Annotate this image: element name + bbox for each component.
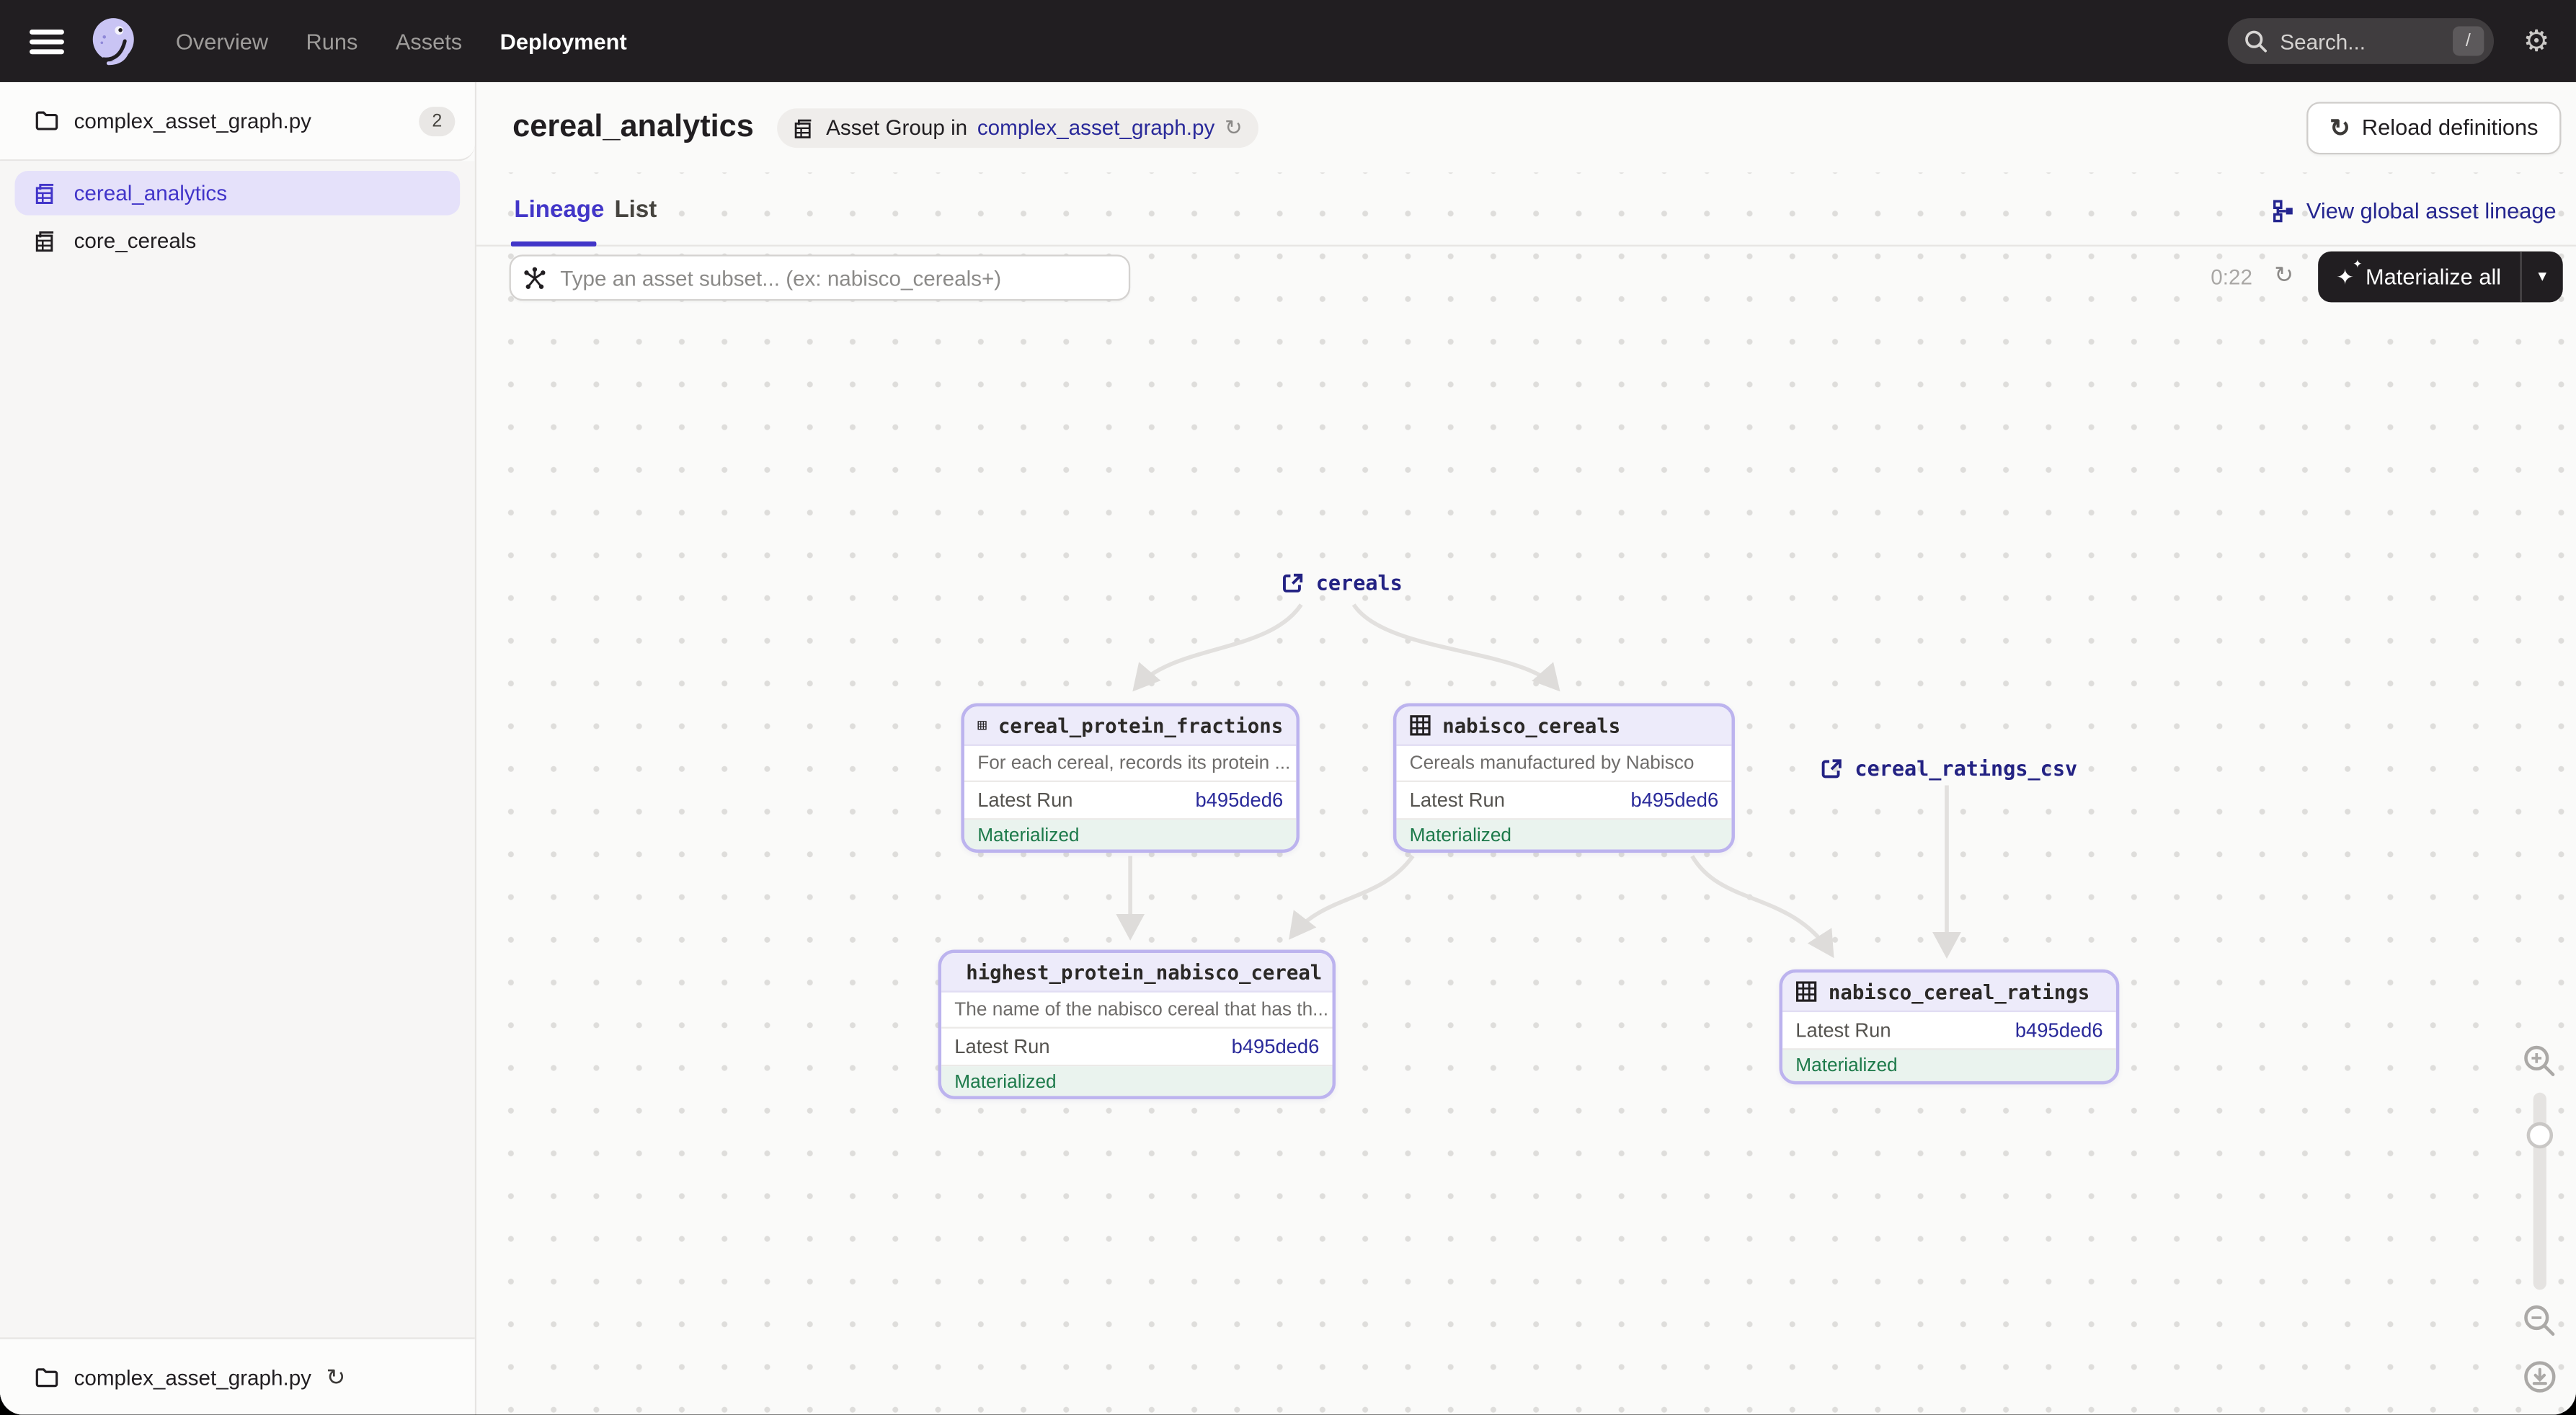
footer-code-location-name: complex_asset_graph.py <box>74 1365 311 1389</box>
nav-item-runs[interactable]: Runs <box>306 29 358 53</box>
folder-icon <box>35 110 59 132</box>
asset-node-cereal-protein-fractions[interactable]: cereal_protein_fractions For each cereal… <box>961 704 1300 853</box>
asset-graph-icon <box>523 266 547 290</box>
refresh-timer: 0:22 <box>2211 265 2252 289</box>
materialized-status-badge: Materialized <box>1396 820 1731 853</box>
external-asset-label: cereal_ratings_csv <box>1855 755 2077 780</box>
page-title: cereal_analytics <box>512 110 754 146</box>
sidebar-code-location-header[interactable]: complex_asset_graph.py 2 <box>0 82 475 161</box>
materialize-all-label: Materialize all <box>2366 265 2501 289</box>
nav-item-deployment[interactable]: Deployment <box>500 29 627 53</box>
materialize-all-button-group: ✦ ✦ Materialize all ▾ <box>2318 252 2563 303</box>
zoom-out-icon[interactable] <box>2522 1303 2558 1339</box>
sidebar-footer: complex_asset_graph.py ↻ <box>0 1337 475 1414</box>
dagster-app-window: Overview Runs Assets Deployment / ⚙ comp… <box>0 0 2576 1415</box>
zoom-slider[interactable] <box>2533 1093 2546 1290</box>
materialized-status-badge: Materialized <box>941 1066 1332 1099</box>
zoom-slider-handle[interactable] <box>2527 1122 2553 1148</box>
asset-name: cereal_protein_fractions <box>998 714 1283 737</box>
tab-lineage[interactable]: Lineage <box>514 198 604 223</box>
asset-subset-filter <box>510 254 1131 301</box>
external-asset-cereal-ratings-csv[interactable]: cereal_ratings_csv <box>1820 755 2077 780</box>
dagster-logo-icon[interactable] <box>87 15 140 68</box>
asset-group-icon <box>35 181 59 205</box>
asset-subset-input[interactable] <box>510 254 1131 301</box>
asset-node-nabisco-cereal-ratings[interactable]: nabisco_cereal_ratings Latest Run b495de… <box>1780 970 2120 1085</box>
code-location-name: complex_asset_graph.py <box>74 108 311 133</box>
asset-group-list: cereal_analytics core_cereals <box>0 161 475 1337</box>
latest-run-link[interactable]: b495ded6 <box>1195 789 1283 812</box>
view-global-asset-lineage-label: View global asset lineage <box>2306 199 2557 223</box>
materialized-status-badge: Materialized <box>1782 1050 2116 1083</box>
zoom-in-icon[interactable] <box>2522 1043 2558 1079</box>
nav-item-assets[interactable]: Assets <box>396 29 462 53</box>
reload-definitions-label: Reload definitions <box>2362 115 2539 140</box>
refresh-icon[interactable]: ↻ <box>2274 261 2293 289</box>
asset-description: Cereals manufactured by Nabisco <box>1396 746 1731 782</box>
primary-nav: Overview Runs Assets Deployment <box>176 29 627 53</box>
asset-description: For each cereal, records its protein ... <box>964 746 1296 782</box>
latest-run-link[interactable]: b495ded6 <box>1630 789 1718 812</box>
external-asset-cereals[interactable]: cereals <box>1282 570 1403 595</box>
top-nav-right: / ⚙ <box>2227 18 2549 64</box>
asset-group-pill-text: Asset Group in <box>826 115 967 140</box>
external-asset-label: cereals <box>1316 570 1403 595</box>
table-icon <box>977 715 987 737</box>
search-icon <box>2242 28 2268 54</box>
lineage-graph-icon <box>2272 199 2295 223</box>
active-tab-underline <box>511 241 597 247</box>
materialized-status-badge: Materialized <box>964 820 1296 853</box>
top-nav-bar: Overview Runs Assets Deployment / ⚙ <box>0 0 2576 82</box>
zoom-controls <box>2522 1043 2558 1395</box>
gear-icon[interactable]: ⚙ <box>2523 26 2550 56</box>
latest-run-label: Latest Run <box>954 1035 1049 1058</box>
page-header: cereal_analytics Asset Group in complex_… <box>476 82 2576 172</box>
table-icon <box>1795 981 1817 1003</box>
materialize-all-button[interactable]: ✦ ✦ Materialize all <box>2318 265 2520 289</box>
tab-list[interactable]: List <box>614 198 657 223</box>
asset-name: highest_protein_nabisco_cereal <box>966 960 1322 983</box>
sidebar-item-label: core_cereals <box>74 229 197 253</box>
sidebar: complex_asset_graph.py 2 cereal_analytic… <box>0 82 476 1415</box>
external-link-icon <box>1282 571 1305 594</box>
asset-node-nabisco-cereals[interactable]: nabisco_cereals Cereals manufactured by … <box>1393 704 1735 853</box>
refresh-icon[interactable]: ↻ <box>1225 114 1243 140</box>
hamburger-menu-icon[interactable] <box>30 29 64 53</box>
materialize-dropdown-button[interactable]: ▾ <box>2522 268 2563 286</box>
external-link-icon <box>1820 757 1843 780</box>
fit-to-view-icon[interactable] <box>2522 1359 2558 1395</box>
asset-group-count-badge: 2 <box>419 106 455 136</box>
asset-name: nabisco_cereals <box>1442 714 1620 737</box>
main-pane: cereal_analytics Asset Group in complex_… <box>476 82 2576 1415</box>
asset-group-pill: Asset Group in complex_asset_graph.py ↻ <box>777 107 1259 147</box>
tab-bar: Lineage List View global asset lineage <box>476 172 2576 247</box>
latest-run-link[interactable]: b495ded6 <box>1232 1035 1320 1058</box>
asset-group-icon <box>35 229 59 253</box>
sidebar-item-core-cereals[interactable]: core_cereals <box>15 218 461 263</box>
asset-group-icon <box>794 116 817 139</box>
app-stage: Overview Runs Assets Deployment / ⚙ comp… <box>0 0 2576 1415</box>
nav-item-overview[interactable]: Overview <box>176 29 268 53</box>
latest-run-link[interactable]: b495ded6 <box>2015 1019 2103 1042</box>
latest-run-label: Latest Run <box>977 789 1072 812</box>
reload-definitions-button[interactable]: ↻ Reload definitions <box>2306 101 2561 154</box>
asset-description: The name of the nabisco cereal that has … <box>941 993 1332 1029</box>
asset-node-highest-protein-nabisco-cereal[interactable]: highest_protein_nabisco_cereal The name … <box>938 949 1336 1099</box>
sidebar-item-label: cereal_analytics <box>74 181 227 205</box>
latest-run-label: Latest Run <box>1795 1019 1891 1042</box>
chevron-down-icon: ▾ <box>2539 268 2546 286</box>
refresh-icon: ↻ <box>2329 112 2350 142</box>
search-shortcut-badge: / <box>2453 26 2484 56</box>
code-location-link[interactable]: complex_asset_graph.py <box>977 115 1214 140</box>
global-search: / <box>2227 18 2493 64</box>
refresh-icon[interactable]: ↻ <box>327 1363 346 1391</box>
sidebar-item-cereal-analytics[interactable]: cereal_analytics <box>15 171 461 216</box>
view-global-asset-lineage-link[interactable]: View global asset lineage <box>2272 199 2557 223</box>
sparkle-icon: ✦ ✦ <box>2336 266 2354 288</box>
asset-name: nabisco_cereal_ratings <box>1829 980 2089 1003</box>
folder-icon <box>35 1366 59 1388</box>
latest-run-label: Latest Run <box>1410 789 1505 812</box>
table-icon <box>1410 715 1431 737</box>
